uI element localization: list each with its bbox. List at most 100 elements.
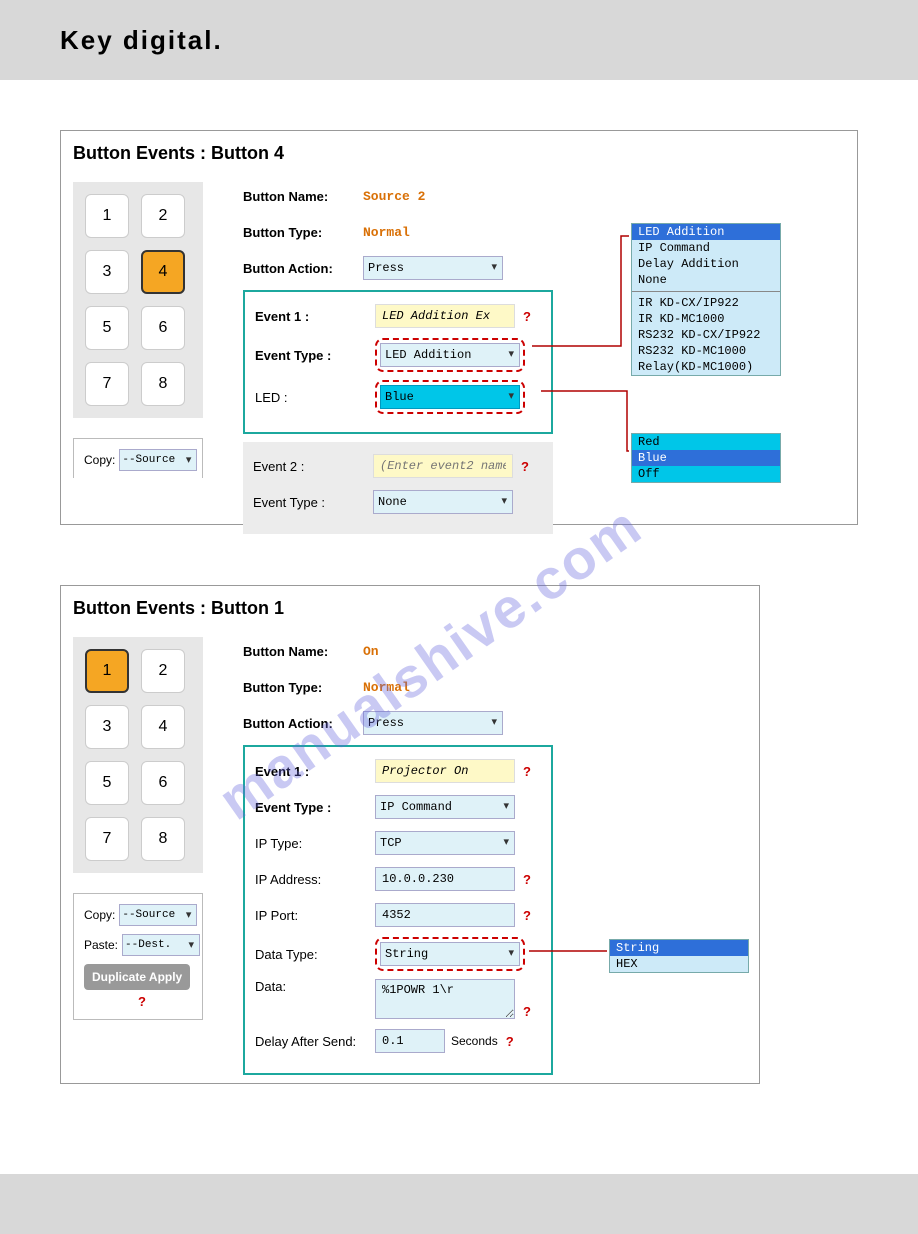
paste-dest-select[interactable]: --Dest. — [122, 934, 200, 956]
help-icon[interactable]: ? — [138, 994, 146, 1009]
delay-unit: Seconds — [451, 1034, 498, 1048]
copy-source-select[interactable]: --Source — [119, 904, 197, 926]
grid-btn-8[interactable]: 8 — [141, 817, 185, 861]
header-bar: Key digital. — [0, 0, 918, 80]
dashed-highlight-datatype: String — [375, 937, 525, 971]
grid-btn-4[interactable]: 4 — [141, 705, 185, 749]
event1-name-input[interactable] — [375, 304, 515, 328]
panel-button4: Button Events : Button 4 1 2 3 4 5 6 7 8… — [60, 130, 858, 525]
grid-btn-2[interactable]: 2 — [141, 649, 185, 693]
grid-btn-8[interactable]: 8 — [141, 362, 185, 406]
dropdown-item[interactable]: HEX — [610, 956, 748, 972]
dropdown-item[interactable]: IP Command — [632, 240, 780, 256]
logo: Key digital. — [60, 25, 223, 56]
dropdown-item[interactable]: Red — [632, 434, 780, 450]
event1-box: Event 1 : ? Event Type : LED Addition LE… — [243, 290, 553, 434]
dropdown-item[interactable]: Delay Addition — [632, 256, 780, 272]
grid-btn-5[interactable]: 5 — [85, 306, 129, 350]
button-type-label: Button Type: — [243, 225, 363, 240]
ip-port-input[interactable] — [375, 903, 515, 927]
help-icon[interactable]: ? — [523, 872, 531, 887]
logo-text: Key digital. — [60, 25, 223, 55]
dropdown-item[interactable]: IR KD-MC1000 — [632, 311, 780, 327]
data-type-select[interactable]: String — [380, 942, 520, 966]
grid-btn-1[interactable]: 1 — [85, 194, 129, 238]
ip-port-label: IP Port: — [255, 908, 375, 923]
led-select[interactable]: Blue — [380, 385, 520, 409]
grid-btn-7[interactable]: 7 — [85, 362, 129, 406]
help-icon[interactable]: ? — [523, 908, 531, 923]
delay-label: Delay After Send: — [255, 1034, 375, 1049]
grid-btn-6[interactable]: 6 — [141, 306, 185, 350]
copy-label: Copy: — [84, 453, 115, 467]
form-area: Button Name: Source 2 Button Type: Norma… — [243, 182, 553, 534]
left-column: 1 2 3 4 5 6 7 8 Copy: --Source Paste: — [73, 637, 223, 1020]
button-grid: 1 2 3 4 5 6 7 8 — [73, 637, 203, 873]
footer-bar — [0, 1174, 918, 1234]
button-type-label: Button Type: — [243, 680, 363, 695]
event2-type-label: Event Type : — [253, 495, 373, 510]
grid-btn-5[interactable]: 5 — [85, 761, 129, 805]
button-name-value: On — [363, 644, 379, 659]
button-action-label: Button Action: — [243, 261, 363, 276]
dropdown-item[interactable]: Off — [632, 466, 780, 482]
dropdown-item[interactable]: LED Addition — [632, 224, 780, 240]
grid-btn-2[interactable]: 2 — [141, 194, 185, 238]
dropdown-item[interactable]: Relay(KD-MC1000) — [632, 359, 780, 375]
delay-input[interactable] — [375, 1029, 445, 1053]
dashed-highlight: LED Addition — [375, 338, 525, 372]
event2-name-input[interactable] — [373, 454, 513, 478]
copy-panel: Copy: --Source — [73, 438, 203, 478]
dropdown-item[interactable]: RS232 KD-CX/IP922 — [632, 327, 780, 343]
help-icon[interactable]: ? — [521, 459, 529, 474]
dropdown-item[interactable]: Blue — [632, 450, 780, 466]
ip-type-select[interactable]: TCP — [375, 831, 515, 855]
help-icon[interactable]: ? — [506, 1034, 514, 1049]
button-action-label: Button Action: — [243, 716, 363, 731]
panel-body: 1 2 3 4 5 6 7 8 Copy: --Source Paste: — [73, 637, 747, 1075]
button-action-select[interactable]: Press — [363, 711, 503, 735]
data-textarea[interactable]: %1POWR 1\r — [375, 979, 515, 1019]
led-dropdown[interactable]: Red Blue Off — [631, 433, 781, 483]
dropdown-item[interactable]: None — [632, 272, 780, 288]
dropdown-item[interactable]: RS232 KD-MC1000 — [632, 343, 780, 359]
dashed-highlight-led: Blue — [375, 380, 525, 414]
event1-type-select[interactable]: LED Addition — [380, 343, 520, 367]
event2-box: Event 2 : ? Event Type : None — [243, 442, 553, 534]
event-type-dropdown[interactable]: LED Addition IP Command Delay Addition N… — [631, 223, 781, 376]
event2-type-select[interactable]: None — [373, 490, 513, 514]
copy-row: Copy: --Source — [84, 449, 192, 471]
left-column: 1 2 3 4 5 6 7 8 Copy: --Source — [73, 182, 223, 478]
paste-label: Paste: — [84, 938, 118, 952]
ip-address-input[interactable] — [375, 867, 515, 891]
grid-btn-4[interactable]: 4 — [141, 250, 185, 294]
event1-label: Event 1 : — [255, 764, 375, 779]
help-icon[interactable]: ? — [523, 764, 531, 779]
copy-label: Copy: — [84, 908, 115, 922]
data-type-dropdown[interactable]: String HEX — [609, 939, 749, 973]
dropdown-item[interactable]: IR KD-CX/IP922 — [632, 295, 780, 311]
panel-title: Button Events : Button 4 — [73, 143, 845, 164]
button-action-select[interactable]: Press — [363, 256, 503, 280]
help-icon[interactable]: ? — [523, 1004, 531, 1019]
event1-type-label: Event Type : — [255, 348, 375, 363]
button-type-value: Normal — [363, 680, 410, 695]
duplicate-apply-button[interactable]: Duplicate Apply — [84, 964, 190, 990]
button-name-value: Source 2 — [363, 189, 425, 204]
event1-label: Event 1 : — [255, 309, 375, 324]
copy-source-select[interactable]: --Source — [119, 449, 197, 471]
grid-btn-3[interactable]: 3 — [85, 705, 129, 749]
panel-title: Button Events : Button 1 — [73, 598, 747, 619]
grid-btn-3[interactable]: 3 — [85, 250, 129, 294]
data-label: Data: — [255, 979, 375, 994]
dropdown-item[interactable]: String — [610, 940, 748, 956]
grid-btn-6[interactable]: 6 — [141, 761, 185, 805]
event1-type-select[interactable]: IP Command — [375, 795, 515, 819]
event1-type-label: Event Type : — [255, 800, 375, 815]
event1-name-input[interactable] — [375, 759, 515, 783]
button-grid: 1 2 3 4 5 6 7 8 — [73, 182, 203, 418]
grid-btn-1[interactable]: 1 — [85, 649, 129, 693]
data-type-label: Data Type: — [255, 947, 375, 962]
help-icon[interactable]: ? — [523, 309, 531, 324]
grid-btn-7[interactable]: 7 — [85, 817, 129, 861]
